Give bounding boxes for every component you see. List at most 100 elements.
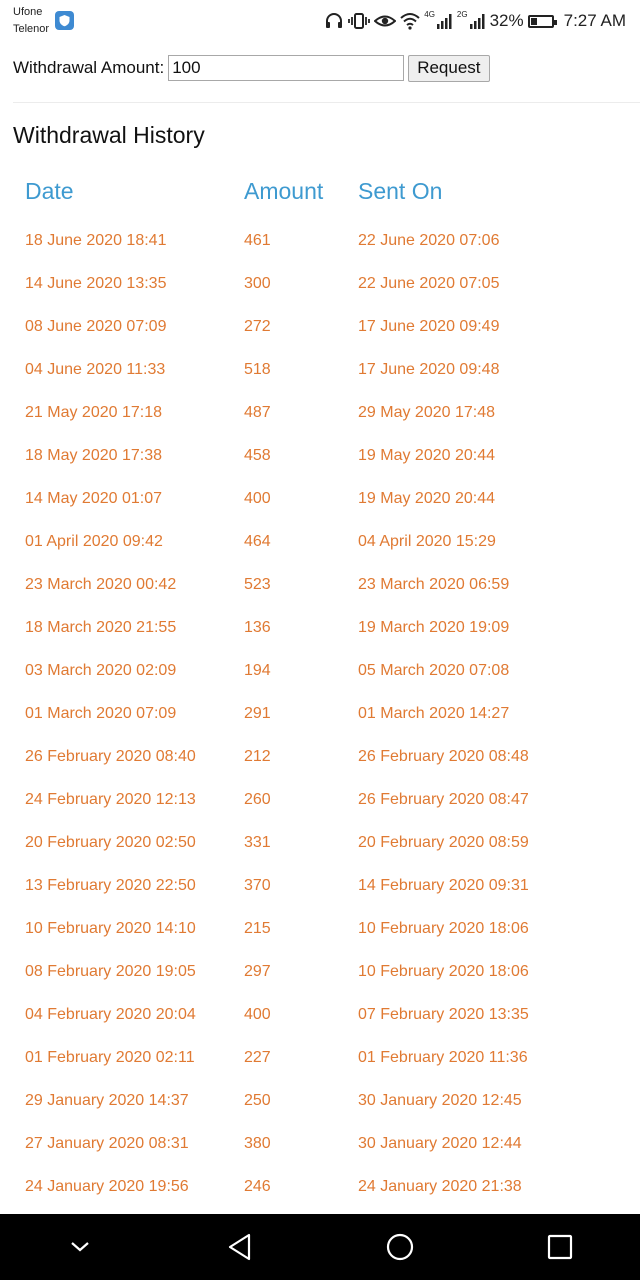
sent-on-cell: 19 March 2020 19:09 (358, 618, 510, 636)
date-cell: 18 May 2020 17:38 (25, 446, 162, 464)
clock: 7:27 AM (563, 11, 626, 30)
sent-on-cell: 07 February 2020 13:35 (358, 1005, 529, 1023)
sent-on-cell: 17 June 2020 09:48 (358, 360, 500, 378)
amount-cell: 291 (244, 704, 271, 722)
date-cell: 29 January 2020 14:37 (25, 1091, 189, 1109)
amount-cell: 461 (244, 231, 271, 249)
status-bar: Ufone Telenor 4G 2G 32% 7:27 AM (0, 0, 640, 42)
table-row: 01 March 2020 07:09 291 01 March 2020 14:2… (25, 692, 625, 735)
date-cell: 21 May 2020 17:18 (25, 403, 162, 421)
sent-on-cell: 10 February 2020 18:06 (358, 919, 529, 937)
back-icon[interactable] (210, 1222, 270, 1272)
sent-on-cell: 26 February 2020 08:48 (358, 747, 529, 765)
amount-cell: 272 (244, 317, 271, 335)
home-icon[interactable] (370, 1222, 430, 1272)
table-row: 18 May 2020 17:38 458 19 May 2020 20:44 (25, 434, 625, 477)
date-cell: 13 February 2020 22:50 (25, 876, 196, 894)
amount-cell: 227 (244, 1048, 271, 1066)
table-row: 08 June 2020 07:09 272 17 June 2020 09:49 (25, 305, 625, 348)
table-row: 20 February 2020 02:50 331 20 February 202… (25, 821, 625, 864)
amount-cell: 194 (244, 661, 271, 679)
date-cell: 01 March 2020 07:09 (25, 704, 177, 722)
sent-on-cell: 26 February 2020 08:47 (358, 790, 529, 808)
column-header-sent-on: Sent On (358, 177, 443, 204)
amount-cell: 246 (244, 1177, 271, 1195)
date-cell: 23 March 2020 00:42 (25, 575, 177, 593)
signal-icon (469, 13, 486, 29)
net-type-1: 4G (424, 9, 435, 19)
table-row: 27 January 2020 08:31 380 30 January 2020 … (25, 1122, 625, 1165)
status-icons: 4G 2G 32% 7:27 AM (324, 8, 626, 34)
table-row: 26 February 2020 08:40 212 26 February 202… (25, 735, 625, 778)
withdrawal-amount-label: Withdrawal Amount: (13, 58, 165, 77)
table-row: 29 January 2020 14:37 250 30 January 2020 … (25, 1079, 625, 1122)
table-row: 21 May 2020 17:18 487 29 May 2020 17:48 (25, 391, 625, 434)
amount-cell: 300 (244, 274, 271, 292)
amount-cell: 297 (244, 962, 271, 980)
amount-cell: 370 (244, 876, 271, 894)
date-cell: 01 April 2020 09:42 (25, 532, 163, 550)
request-button[interactable]: Request (408, 54, 490, 82)
date-cell: 20 February 2020 02:50 (25, 833, 196, 851)
sent-on-cell: 05 March 2020 07:08 (358, 661, 510, 679)
amount-cell: 136 (244, 618, 271, 636)
date-cell: 18 June 2020 18:41 (25, 231, 167, 249)
headphones-icon (324, 11, 344, 31)
date-cell: 14 May 2020 01:07 (25, 489, 162, 507)
signal-icon (436, 13, 453, 29)
battery-percent: 32% (489, 11, 524, 30)
table-row: 01 April 2020 09:42 464 04 April 2020 15:2… (25, 520, 625, 563)
amount-cell: 464 (244, 532, 271, 550)
table-row: 04 February 2020 20:04 400 07 February 202… (25, 993, 625, 1036)
table-row: 24 February 2020 12:13 260 26 February 202… (25, 778, 625, 821)
sent-on-cell: 22 June 2020 07:05 (358, 274, 500, 292)
date-cell: 08 February 2020 19:05 (25, 962, 196, 980)
shield-icon (55, 11, 74, 30)
date-cell: 04 June 2020 11:33 (25, 360, 166, 378)
table-body: 18 June 2020 18:41 461 22 June 2020 07:06 1… (25, 219, 625, 1208)
amount-cell: 212 (244, 747, 271, 765)
table-header: Date Amount Sent On (25, 172, 625, 210)
table-row: 23 March 2020 00:42 523 23 March 2020 06:5… (25, 563, 625, 606)
battery-icon (527, 14, 557, 28)
wifi-icon (400, 12, 420, 30)
withdrawal-form: Withdrawal Amount: Request (13, 54, 490, 82)
table-row: 18 March 2020 21:55 136 19 March 2020 19:0… (25, 606, 625, 649)
carrier-2: Telenor (13, 23, 50, 35)
table-row: 14 June 2020 13:35 300 22 June 2020 07:05 (25, 262, 625, 305)
sent-on-cell: 29 May 2020 17:48 (358, 403, 495, 421)
sent-on-cell: 30 January 2020 12:44 (358, 1134, 522, 1152)
sent-on-cell: 20 February 2020 08:59 (358, 833, 529, 851)
sent-on-cell: 30 January 2020 12:45 (358, 1091, 522, 1109)
sent-on-cell: 10 February 2020 18:06 (358, 962, 529, 980)
date-cell: 24 February 2020 12:13 (25, 790, 196, 808)
table-row: 18 June 2020 18:41 461 22 June 2020 07:06 (25, 219, 625, 262)
date-cell: 26 February 2020 08:40 (25, 747, 196, 765)
date-cell: 04 February 2020 20:04 (25, 1005, 196, 1023)
sent-on-cell: 19 May 2020 20:44 (358, 446, 495, 464)
amount-cell: 380 (244, 1134, 271, 1152)
amount-cell: 518 (244, 360, 271, 378)
amount-cell: 400 (244, 1005, 271, 1023)
table-row: 10 February 2020 14:10 215 10 February 202… (25, 907, 625, 950)
vibrate-icon (348, 11, 371, 31)
sent-on-cell: 17 June 2020 09:49 (358, 317, 500, 335)
date-cell: 27 January 2020 08:31 (25, 1134, 189, 1152)
history-title: Withdrawal History (13, 122, 205, 148)
sent-on-cell: 23 March 2020 06:59 (358, 575, 510, 593)
table-row: 08 February 2020 19:05 297 10 February 202… (25, 950, 625, 993)
amount-cell: 458 (244, 446, 271, 464)
amount-cell: 250 (244, 1091, 271, 1109)
date-cell: 10 February 2020 14:10 (25, 919, 196, 937)
table-row: 24 January 2020 19:56 246 24 January 2020 … (25, 1165, 625, 1208)
withdrawal-amount-input[interactable] (168, 55, 405, 81)
recents-icon[interactable] (530, 1222, 590, 1272)
carrier-names: Ufone Telenor (13, 4, 49, 38)
table-row: 04 June 2020 11:33 518 17 June 2020 09:48 (25, 348, 625, 391)
column-header-amount: Amount (244, 177, 324, 204)
date-cell: 18 March 2020 21:55 (25, 618, 177, 636)
chevron-down-icon[interactable] (50, 1222, 110, 1272)
table-row: 03 March 2020 02:09 194 05 March 2020 07:0… (25, 649, 625, 692)
sent-on-cell: 22 June 2020 07:06 (358, 231, 500, 249)
column-header-date: Date (25, 177, 74, 204)
